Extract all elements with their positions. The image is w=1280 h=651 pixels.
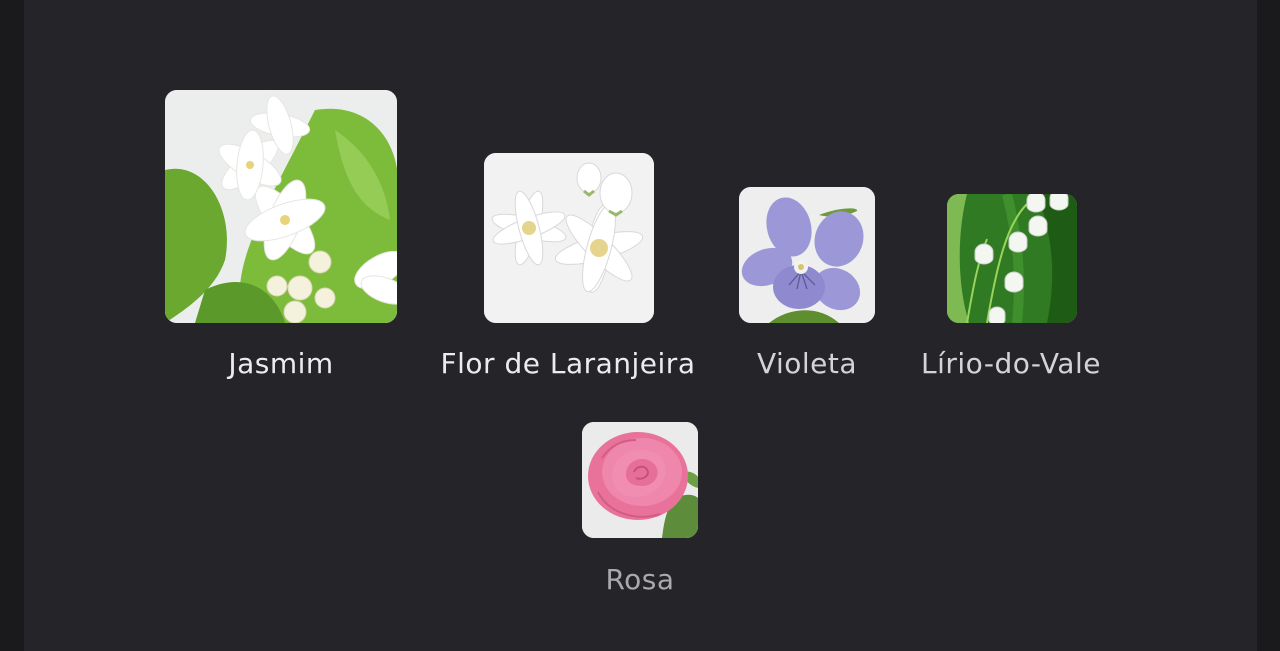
note-label-flor-de-laranjeira: Flor de Laranjeira (440, 347, 696, 380)
window-edge-right (1257, 0, 1280, 651)
window-edge-left (0, 0, 24, 651)
lily-of-the-valley-icon (947, 194, 1077, 323)
violet-flower-icon (739, 187, 875, 323)
note-label-lirio-do-vale: Lírio-do-Vale (921, 347, 1101, 380)
note-label-violeta: Violeta (756, 347, 858, 380)
note-label-jasmim: Jasmim (228, 347, 334, 380)
note-label-rosa: Rosa (605, 563, 675, 596)
jasmine-flower-icon (165, 90, 397, 323)
orange-blossom-icon (484, 153, 654, 323)
rose-flower-icon (582, 422, 698, 538)
